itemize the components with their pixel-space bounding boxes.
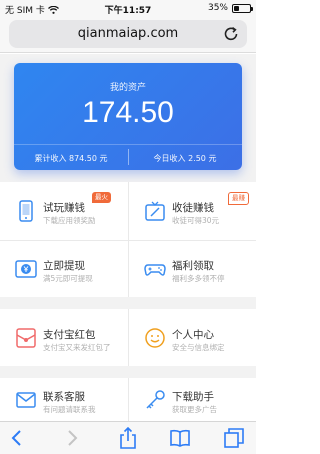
menu-item-recruit-earn[interactable]: 收徒赚钱 收徒可得30元 最赚 <box>128 182 256 240</box>
menu-item-sub: 满5元即可提现 <box>43 274 93 283</box>
menu-item-label: 立即提现 <box>43 260 85 272</box>
battery-icon <box>232 3 253 13</box>
menu-item-try-earn[interactable]: 试玩赚钱 下载应用领奖励 最火 <box>0 182 128 240</box>
hot-badge: 最火 <box>92 192 111 203</box>
key-icon <box>146 389 165 409</box>
menu-item-sub: 下载应用领奖励 <box>43 216 96 225</box>
menu-item-sub: 获取更多广告 <box>172 404 217 414</box>
menu-item-download-helper[interactable]: 下载助手 获取更多广告 <box>128 378 256 421</box>
gamepad-icon <box>144 264 166 276</box>
menu-item-personal-center[interactable]: 个人中心 安全与信息绑定 <box>128 309 256 366</box>
battery-percent: 35% <box>207 3 228 13</box>
battery-fill <box>234 5 239 11</box>
menu-item-sub: 有问题请联系我 <box>43 404 96 414</box>
asset-card: 我的资产 174.50 累计收入 874.50 元 今日收入 2.50 元 <box>14 63 242 170</box>
menu-item-label: 个人中心 <box>172 328 214 341</box>
tabs-icon[interactable] <box>223 427 245 449</box>
menu-item-welfare[interactable]: 福利领取 福利多多领不停 <box>128 241 256 297</box>
menu-row: 支付宝红包 支付宝又来发红包了 个人中心 安全与信息绑定 <box>0 309 256 366</box>
asset-title: 我的资产 <box>109 83 146 93</box>
share-icon[interactable] <box>117 427 139 449</box>
yen-icon <box>15 260 37 278</box>
status-right: 35% <box>207 3 253 13</box>
total-income: 累计收入 874.50 元 <box>34 154 108 163</box>
gift-icon <box>145 201 165 221</box>
browser-toolbar <box>0 421 256 454</box>
address-bar-area: qianmaiap.com <box>0 17 256 53</box>
smiley-icon <box>145 327 165 348</box>
menu-item-alipay-red-envelope[interactable]: 支付宝红包 支付宝又来发红包了 <box>0 309 128 366</box>
menu-item-customer-service[interactable]: 联系客服 有问题请联系我 <box>0 378 128 421</box>
menu-item-label: 下载助手 <box>172 390 214 403</box>
phone-icon <box>19 200 33 222</box>
menu-item-label: 收徒赚钱 <box>172 202 214 214</box>
status-bar: 无 SIM 卡 下午11:57 35% <box>0 0 256 17</box>
menu-item-label: 福利领取 <box>172 260 214 272</box>
menu-item-sub: 福利多多领不停 <box>172 274 225 283</box>
forward-icon[interactable] <box>61 427 83 449</box>
page-content: 我的资产 174.50 累计收入 874.50 元 今日收入 2.50 元 试玩… <box>0 54 256 421</box>
divider <box>14 144 242 145</box>
menu-item-label: 联系客服 <box>43 390 85 403</box>
menu-item-sub: 安全与信息绑定 <box>172 342 225 352</box>
menu-row: 联系客服 有问题请联系我 下载助手 获取更多广告 <box>0 378 256 421</box>
address-bar[interactable]: qianmaiap.com <box>9 20 247 48</box>
menu-row: 试玩赚钱 下载应用领奖励 最火 收徒赚钱 收徒可得30元 最赚 <box>0 182 256 240</box>
menu-item-withdraw[interactable]: 立即提现 满5元即可提现 <box>0 241 128 297</box>
menu-item-sub: 收徒可得30元 <box>172 216 220 225</box>
today-income: 今日收入 2.50 元 <box>153 154 217 163</box>
url-text[interactable]: qianmaiap.com <box>9 26 247 41</box>
hot-badge: 最赚 <box>228 192 249 205</box>
back-icon[interactable] <box>6 427 28 449</box>
bookmarks-icon[interactable] <box>169 427 191 449</box>
mail-icon <box>16 391 36 408</box>
menu-item-label: 试玩赚钱 <box>43 202 85 214</box>
reload-icon[interactable] <box>222 25 240 43</box>
red-envelope-icon <box>16 327 36 348</box>
asset-value: 174.50 <box>82 96 174 129</box>
menu-item-label: 支付宝红包 <box>43 328 96 341</box>
menu-item-sub: 支付宝又来发红包了 <box>43 342 111 352</box>
menu-row: 立即提现 满5元即可提现 福利领取 福利多多领不停 <box>0 241 256 297</box>
